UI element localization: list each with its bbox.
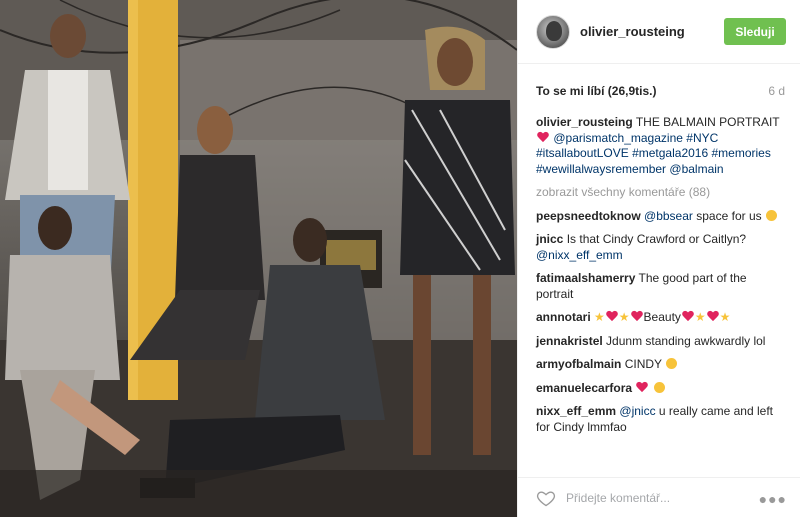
comment-item: peepsneedtoknow @bbsear space for us <box>536 209 786 225</box>
caption-hashtag-itsallaboutlove[interactable]: #itsallaboutLOVE <box>536 146 629 160</box>
heart-emoji-icon <box>707 311 719 322</box>
comment-username[interactable]: emanuelecarfora <box>536 381 632 395</box>
heart-emoji-icon <box>682 311 694 322</box>
comment-mention[interactable]: @nixx_eff_emm <box>536 248 623 262</box>
star-emoji-icon: ★ <box>719 310 731 324</box>
caption-hashtag-memories[interactable]: #memories <box>711 146 770 160</box>
comment-text: Is that Cindy Crawford or Caitlyn? <box>566 232 747 246</box>
caption-mention-balmain[interactable]: @balmain <box>669 162 723 176</box>
comment-username[interactable]: peepsneedtoknow <box>536 209 641 223</box>
follow-button[interactable]: Sleduji <box>724 18 786 45</box>
comment-footer: ●●● <box>518 477 800 517</box>
comment-input[interactable] <box>566 489 746 507</box>
comments-list: olivier_rousteing THE BALMAIN PORTRAIT @… <box>536 115 786 443</box>
post-header: olivier_rousteing Sleduji <box>518 0 800 64</box>
star-emoji-icon: ★ <box>694 310 706 324</box>
heart-emoji-icon <box>636 382 648 393</box>
heart-eyes-emoji-icon <box>666 358 678 369</box>
comment-item: nixx_eff_emm @jnicc u really came and le… <box>536 404 786 435</box>
comment-text: space for us <box>696 208 762 223</box>
comment-text: Beauty <box>643 310 681 324</box>
comment-item: fatimaalshamerry The good part of the po… <box>536 271 786 302</box>
star-emoji-icon: ★ <box>594 310 605 324</box>
comment-username[interactable]: jnicc <box>536 232 563 246</box>
caption-text: THE BALMAIN PORTRAIT <box>635 115 780 129</box>
caption-hashtag-nyc[interactable]: #NYC <box>686 131 718 145</box>
post-time-ago[interactable]: 6 d <box>768 84 785 98</box>
comment-username[interactable]: annnotari <box>536 310 591 324</box>
caption-username[interactable]: olivier_rousteing <box>536 115 633 129</box>
clapping-emoji-icon <box>653 381 665 393</box>
view-all-comments-link[interactable]: zobrazit všechny komentáře (88) <box>536 185 786 201</box>
comment-username[interactable]: armyofbalmain <box>536 357 621 371</box>
comment-item: jennakristel Jdunm standing awkwardly lo… <box>536 334 786 350</box>
comment-item: annnotari ★ ★ Beauty ★ ★ <box>536 310 786 326</box>
heart-emoji-icon <box>606 311 618 322</box>
more-options-icon[interactable]: ●●● <box>759 491 787 507</box>
laughing-emoji-icon <box>765 209 777 221</box>
star-emoji-icon: ★ <box>618 310 630 324</box>
comment-item: jnicc Is that Cindy Crawford or Caitlyn?… <box>536 232 786 263</box>
comment-mention[interactable]: @jnicc <box>619 404 655 418</box>
comment-text: CINDY <box>624 357 662 371</box>
avatar[interactable] <box>536 15 570 49</box>
heart-emoji-icon <box>631 311 643 322</box>
caption: olivier_rousteing THE BALMAIN PORTRAIT @… <box>536 115 786 177</box>
comment-text: Jdunm standing awkwardly lol <box>606 333 766 348</box>
comment-username[interactable]: nixx_eff_emm <box>536 404 616 418</box>
comment-username[interactable]: fatimaalshamerry <box>536 271 635 285</box>
post-author-username[interactable]: olivier_rousteing <box>580 24 685 39</box>
photo-illustration <box>0 0 517 517</box>
heart-emoji-icon <box>537 132 549 143</box>
comment-item: armyofbalmain CINDY <box>536 357 786 373</box>
post-photo[interactable] <box>0 0 517 517</box>
likes-count[interactable]: To se mi líbí (26,9tis.) <box>536 84 786 98</box>
caption-mention-parismatch[interactable]: @parismatch_magazine <box>553 131 683 145</box>
comment-username[interactable]: jennakristel <box>536 334 603 348</box>
caption-hashtag-metgala2016[interactable]: #metgala2016 <box>632 146 708 160</box>
comment-item: emanuelecarfora <box>536 381 786 397</box>
post-side-panel: olivier_rousteing Sleduji To se mi líbí … <box>517 0 800 517</box>
heart-outline-icon[interactable] <box>536 488 556 508</box>
comment-mention[interactable]: @bbsear <box>644 209 693 223</box>
caption-hashtag-wewillalwaysremember[interactable]: #wewillalwaysremember <box>536 162 666 176</box>
